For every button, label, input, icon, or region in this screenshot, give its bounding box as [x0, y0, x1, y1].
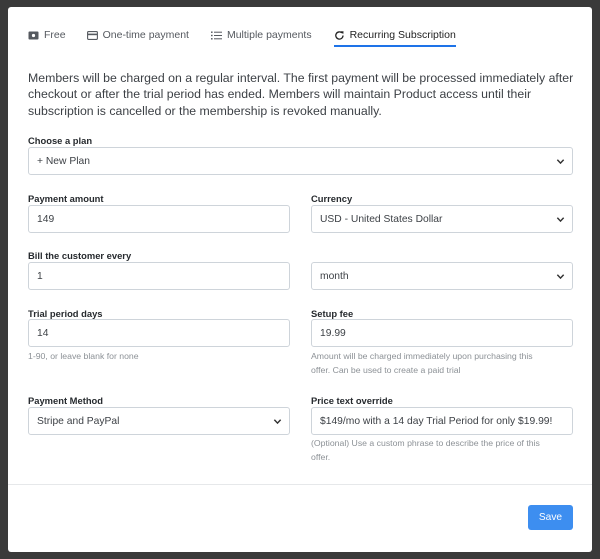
payment-type-tabs: Free One-time payment Multiple payments …	[28, 28, 457, 47]
currency-select-value: USD - United States Dollar	[320, 213, 443, 225]
tab-one-time-payment[interactable]: One-time payment	[86, 29, 189, 41]
tab-free[interactable]: Free	[28, 29, 66, 41]
price-override-help-line: offer.	[311, 451, 331, 462]
footer-divider	[8, 484, 592, 485]
setup-fee-label: Setup fee	[311, 308, 354, 319]
ticket-icon	[28, 30, 39, 41]
bill-interval-input[interactable]: 1	[28, 262, 290, 290]
tab-recurring-subscription-label: Recurring Subscription	[349, 29, 456, 41]
subscription-modal: Free One-time payment Multiple payments …	[8, 7, 592, 552]
setup-fee-value: 19.99	[320, 327, 346, 339]
tab-multiple-payments-label: Multiple payments	[226, 29, 312, 41]
trial-days-value: 14	[37, 327, 49, 339]
chevron-down-icon	[556, 217, 565, 223]
setup-fee-help-line: Amount will be charged immediately upon …	[311, 351, 533, 361]
payment-method-value: Stripe and PayPal	[37, 415, 120, 427]
trial-days-input[interactable]: 14	[28, 319, 290, 347]
price-override-help: (Optional) Use a custom phrase to descri…	[311, 437, 573, 464]
plan-select-value: + New Plan	[37, 155, 90, 167]
tab-free-label: Free	[44, 29, 66, 41]
trial-days-label: Trial period days	[28, 308, 103, 319]
subscription-description: Members will be charged on a regular int…	[28, 71, 574, 118]
price-override-help-line: (Optional) Use a custom phrase to descri…	[311, 438, 540, 448]
price-override-input[interactable]: $149/mo with a 14 day Trial Period for o…	[311, 407, 573, 435]
setup-fee-help-line: offer. Can be used to create a paid tria…	[311, 364, 461, 375]
price-override-value: $149/mo with a 14 day Trial Period for o…	[320, 415, 553, 427]
price-override-label: Price text override	[311, 395, 393, 406]
setup-fee-help: Amount will be charged immediately upon …	[311, 350, 573, 377]
setup-fee-input[interactable]: 19.99	[311, 319, 573, 347]
tab-multiple-payments[interactable]: Multiple payments	[210, 29, 312, 41]
tab-one-time-payment-label: One-time payment	[102, 29, 189, 41]
bill-unit-select[interactable]: month	[311, 262, 573, 290]
bill-every-label: Bill the customer every	[28, 250, 132, 261]
payment-method-label: Payment Method	[28, 395, 104, 406]
payment-amount-input[interactable]: 149	[28, 205, 290, 233]
list-icon	[210, 30, 222, 41]
payment-method-select[interactable]: Stripe and PayPal	[28, 407, 290, 435]
payment-amount-value: 149	[37, 213, 55, 225]
credit-card-icon	[86, 30, 98, 41]
tab-recurring-subscription[interactable]: Recurring Subscription	[333, 29, 457, 47]
chevron-down-icon	[556, 274, 565, 280]
bill-interval-value: 1	[37, 270, 43, 282]
choose-plan-label: Choose a plan	[28, 135, 93, 146]
trial-days-help: 1-90, or leave blank for none	[28, 351, 139, 361]
payment-amount-label: Payment amount	[28, 193, 104, 204]
chevron-down-icon	[273, 419, 282, 425]
refresh-icon	[334, 30, 345, 41]
bill-unit-value: month	[320, 270, 349, 282]
chevron-down-icon	[556, 159, 565, 165]
currency-select[interactable]: USD - United States Dollar	[311, 205, 573, 233]
plan-select[interactable]: + New Plan	[28, 147, 573, 175]
currency-label: Currency	[311, 193, 353, 204]
save-button[interactable]: Save	[528, 505, 573, 530]
